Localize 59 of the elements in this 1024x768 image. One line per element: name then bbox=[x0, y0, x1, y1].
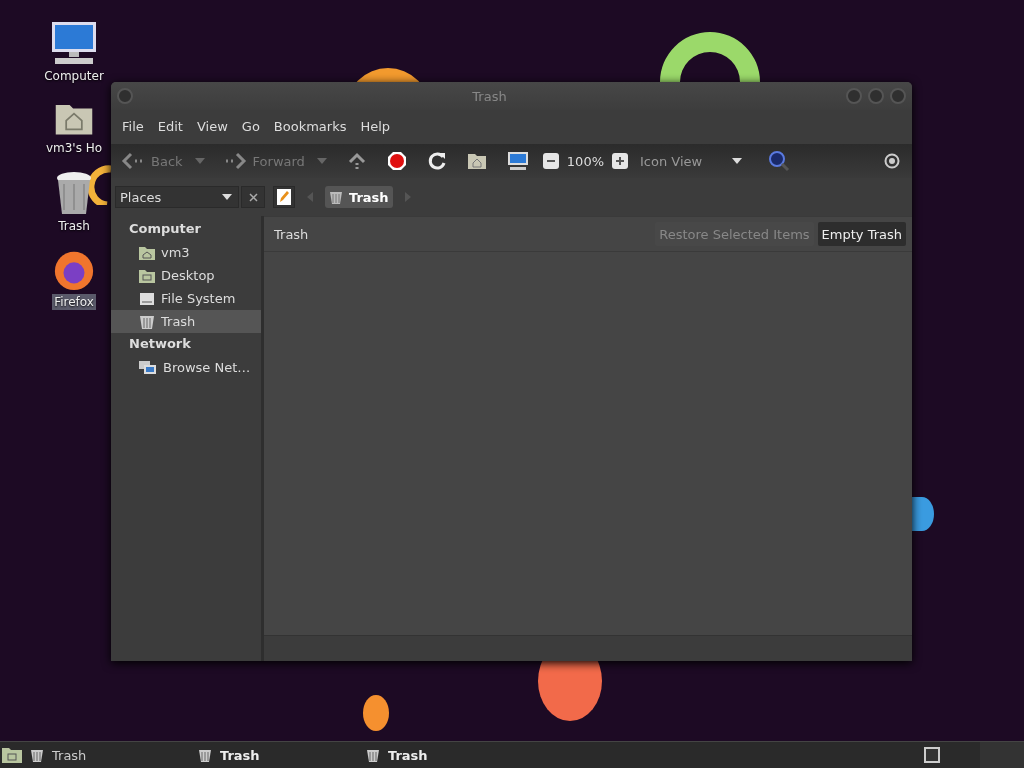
menu-item[interactable]: Help bbox=[353, 118, 398, 134]
computer-icon[interactable] bbox=[506, 151, 529, 171]
trash-icon bbox=[30, 747, 44, 763]
network-icon bbox=[139, 360, 157, 375]
home-folder-icon[interactable] bbox=[2, 747, 22, 763]
menu-item[interactable]: Bookmarks bbox=[266, 118, 354, 134]
trash-icon bbox=[366, 747, 380, 763]
trash-icon bbox=[329, 189, 343, 205]
menu-item[interactable]: Go bbox=[234, 118, 267, 134]
stop-icon[interactable] bbox=[386, 151, 407, 171]
menu-item[interactable]: View bbox=[189, 118, 235, 134]
content-title: Trash bbox=[274, 226, 310, 242]
taskbar-task[interactable]: Trash bbox=[198, 747, 366, 763]
menu-item[interactable]: File bbox=[115, 118, 151, 134]
caret-icon bbox=[732, 158, 742, 164]
trash-icon bbox=[198, 747, 212, 763]
search-icon[interactable] bbox=[768, 150, 790, 172]
caret-icon bbox=[222, 194, 232, 200]
close-sidebar-button[interactable] bbox=[241, 186, 265, 208]
show-desktop-button[interactable] bbox=[924, 747, 940, 763]
desktop-icon-label[interactable]: vm3's Ho bbox=[43, 140, 105, 156]
trash-action-button[interactable]: Empty Trash bbox=[817, 222, 906, 246]
folder-icon bbox=[139, 268, 155, 283]
section-heading: Computer bbox=[128, 220, 203, 238]
home-folder-icon[interactable] bbox=[466, 152, 487, 170]
desktop-icon-label[interactable]: Firefox bbox=[52, 294, 96, 310]
close-icon bbox=[248, 192, 258, 202]
up-arrow-icon[interactable] bbox=[346, 151, 367, 171]
trash-icon[interactable] bbox=[54, 170, 94, 216]
zoom-out-icon[interactable] bbox=[542, 153, 559, 169]
places-dropdown[interactable]: Places bbox=[115, 186, 239, 208]
drive-icon bbox=[139, 291, 155, 306]
home-folder-icon bbox=[139, 245, 155, 260]
zoom-in-icon[interactable] bbox=[612, 153, 628, 169]
pencil-note-icon bbox=[277, 189, 291, 205]
sidebar-item[interactable]: Desktop bbox=[111, 264, 261, 287]
view-dropdown[interactable]: Icon View bbox=[636, 153, 746, 169]
trash-icon bbox=[139, 313, 155, 330]
blob-shape bbox=[912, 497, 934, 531]
section-heading: Network bbox=[128, 335, 192, 353]
edit-location-button[interactable] bbox=[273, 186, 295, 208]
blob-shape bbox=[538, 661, 602, 721]
sidebar-item[interactable]: Browse Net… bbox=[111, 356, 261, 379]
reload-icon[interactable] bbox=[426, 151, 447, 171]
menu-item[interactable]: Edit bbox=[150, 118, 190, 134]
computer-icon[interactable] bbox=[49, 20, 99, 66]
blob-shape bbox=[363, 695, 389, 731]
window-title: Trash bbox=[471, 88, 508, 104]
sidebar-item[interactable]: Trash bbox=[111, 310, 261, 333]
zoom-level: 100% bbox=[566, 153, 604, 169]
activity-spinner-icon bbox=[884, 153, 900, 169]
back-arrow-icon bbox=[121, 151, 145, 171]
sidebar-item[interactable]: File System bbox=[111, 287, 261, 310]
desktop-icon-label[interactable]: Trash bbox=[56, 218, 92, 234]
taskbar-task[interactable]: Trash bbox=[30, 747, 198, 763]
sidebar-item[interactable]: vm3 bbox=[111, 241, 261, 264]
path-crumb[interactable]: Trash bbox=[325, 186, 393, 208]
taskbar-task[interactable]: Trash bbox=[366, 747, 534, 763]
desktop-icon-label[interactable]: Computer bbox=[42, 68, 106, 84]
